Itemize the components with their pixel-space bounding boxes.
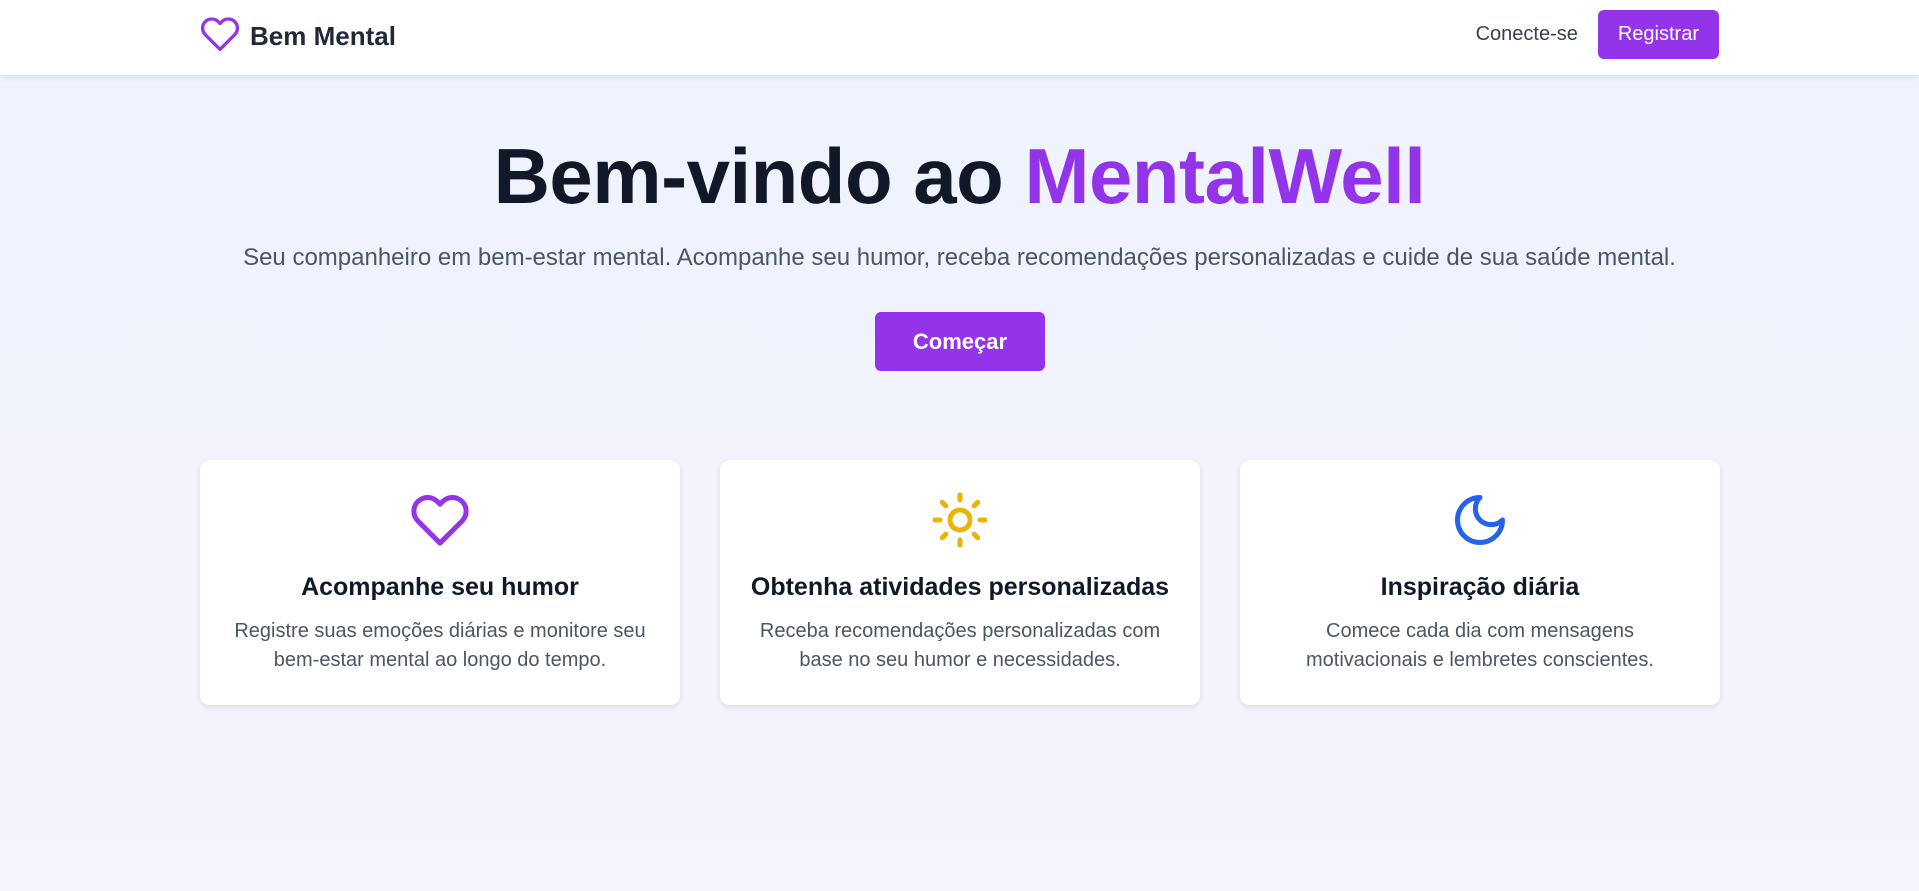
navbar: Bem Mental Conecte-se Registrar: [0, 0, 1919, 75]
login-link[interactable]: Conecte-se: [1476, 23, 1578, 46]
feature-description: Comece cada dia com mensagens motivacion…: [1306, 620, 1654, 671]
hero-title-accent: MentalWell: [1024, 132, 1426, 220]
feature-description: Receba recomendações personalizadas com …: [759, 620, 1161, 671]
heart-icon: [200, 14, 240, 59]
feature-card-inspiration: Inspiração diária Comece cada dia com me…: [1240, 460, 1720, 705]
feature-card-activities: Obtenha atividades personalizadas Receba…: [720, 460, 1200, 705]
hero-title-prefix: Bem-vindo ao: [493, 132, 1025, 220]
feature-title: Inspiração diária: [1380, 573, 1580, 601]
brand-name: Bem Mental: [250, 20, 396, 51]
register-button[interactable]: Registrar: [1597, 10, 1719, 59]
hero-title: Bem-vindo ao MentalWell: [0, 128, 1919, 224]
moon-icon: [1240, 490, 1720, 550]
sun-icon: [720, 490, 1200, 550]
feature-card-mood: Acompanhe seu humor Registre suas emoçõe…: [200, 460, 680, 705]
feature-title: Obtenha atividades personalizadas: [750, 573, 1170, 601]
get-started-button[interactable]: Começar: [875, 312, 1045, 371]
feature-description: Registre suas emoções diárias e monitore…: [234, 620, 646, 671]
nav-actions: Conecte-se Registrar: [1476, 10, 1719, 59]
hero-subtitle: Seu companheiro em bem-estar mental. Aco…: [243, 244, 1676, 271]
heart-icon: [200, 490, 680, 550]
feature-title: Acompanhe seu humor: [301, 573, 579, 601]
brand[interactable]: Bem Mental: [200, 16, 396, 56]
